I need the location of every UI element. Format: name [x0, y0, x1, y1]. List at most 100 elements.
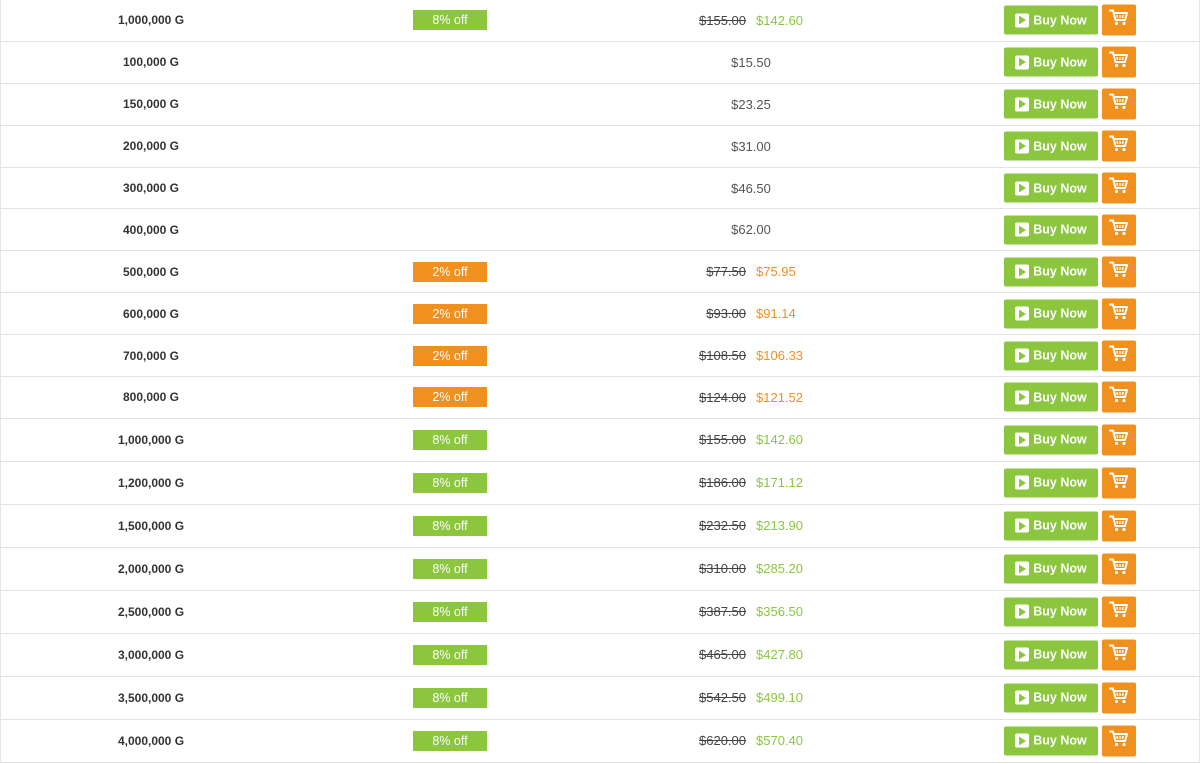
- play-icon: [1015, 222, 1030, 237]
- buy-now-label: Buy Now: [1033, 561, 1087, 576]
- buy-now-label: Buy Now: [1033, 55, 1087, 70]
- buy-now-button[interactable]: Buy Now: [1004, 640, 1098, 670]
- buy-now-button[interactable]: Buy Now: [1004, 299, 1098, 329]
- current-price: $75.95: [756, 264, 796, 280]
- buy-now-label: Buy Now: [1033, 306, 1087, 321]
- cart-icon: [1109, 260, 1129, 283]
- buy-now-button[interactable]: Buy Now: [1004, 89, 1098, 119]
- play-icon: [1015, 264, 1030, 279]
- buy-now-button[interactable]: Buy Now: [1004, 382, 1098, 412]
- buy-now-button[interactable]: Buy Now: [1004, 683, 1098, 713]
- add-to-cart-button[interactable]: [1102, 4, 1136, 36]
- buy-now-button[interactable]: Buy Now: [1004, 597, 1098, 627]
- original-price: $232.50: [699, 518, 746, 534]
- buy-now-label: Buy Now: [1033, 475, 1087, 490]
- buy-now-button[interactable]: Buy Now: [1004, 257, 1098, 287]
- price-table: 1,000,000 G 8% off $155.00 $142.60 Buy N…: [0, 0, 1200, 763]
- original-price: $620.00: [699, 733, 746, 749]
- buy-now-label: Buy Now: [1033, 348, 1087, 363]
- original-price: $93.00: [706, 306, 746, 322]
- buy-now-button[interactable]: Buy Now: [1004, 726, 1098, 756]
- table-row: 150,000 G $23.25 Buy Now: [1, 84, 1199, 126]
- buy-now-label: Buy Now: [1033, 139, 1087, 154]
- play-icon: [1015, 181, 1030, 195]
- play-icon: [1015, 390, 1030, 405]
- add-to-cart-button[interactable]: [1102, 596, 1136, 628]
- current-price: $121.52: [756, 389, 803, 405]
- gold-amount: 200,000 G: [122, 139, 180, 154]
- play-icon: [1015, 690, 1030, 705]
- buy-now-label: Buy Now: [1033, 647, 1087, 662]
- add-to-cart-button[interactable]: [1102, 639, 1136, 671]
- price-cell: $124.00 $121.52: [561, 377, 941, 418]
- current-price: $23.25: [731, 96, 771, 112]
- current-price: $427.80: [756, 647, 803, 663]
- gold-amount: 800,000 G: [122, 390, 180, 405]
- buy-now-button[interactable]: Buy Now: [1004, 341, 1098, 371]
- buy-now-button[interactable]: Buy Now: [1004, 5, 1098, 35]
- add-to-cart-button[interactable]: [1102, 725, 1136, 757]
- current-price: $15.50: [731, 54, 771, 70]
- current-price: $171.12: [756, 475, 803, 491]
- cart-icon: [1109, 514, 1129, 537]
- price-cell: $77.50 $75.95: [561, 251, 941, 292]
- add-to-cart-button[interactable]: [1102, 510, 1136, 542]
- add-to-cart-button[interactable]: [1102, 214, 1136, 246]
- current-price: $285.20: [756, 561, 803, 577]
- table-row: 800,000 G 2% off $124.00 $121.52 Buy Now: [1, 377, 1199, 419]
- price-cell: $15.50: [561, 42, 941, 83]
- discount-badge: 8% off: [413, 687, 487, 708]
- cart-icon: [1109, 428, 1129, 451]
- table-row: 500,000 G 2% off $77.50 $75.95 Buy Now: [1, 251, 1199, 294]
- gold-amount: 400,000 G: [122, 222, 180, 237]
- buy-now-button[interactable]: Buy Now: [1004, 173, 1098, 203]
- buy-now-label: Buy Now: [1033, 604, 1087, 619]
- buy-now-button[interactable]: Buy Now: [1004, 131, 1098, 161]
- price-cell: $186.00 $171.12: [561, 462, 941, 504]
- original-price: $155.00: [699, 432, 746, 448]
- discount-badge: 8% off: [413, 644, 487, 665]
- add-to-cart-button[interactable]: [1102, 467, 1136, 499]
- add-to-cart-button[interactable]: [1102, 172, 1136, 204]
- price-cell: $310.00 $285.20: [561, 548, 941, 590]
- buy-now-button[interactable]: Buy Now: [1004, 425, 1098, 455]
- add-to-cart-button[interactable]: [1102, 88, 1136, 120]
- table-row: 200,000 G $31.00 Buy Now: [1, 126, 1199, 168]
- discount-badge: 2% off: [413, 387, 487, 408]
- buy-now-label: Buy Now: [1033, 733, 1087, 748]
- add-to-cart-button[interactable]: [1102, 256, 1136, 288]
- gold-amount: 150,000 G: [122, 97, 180, 112]
- cart-icon: [1109, 344, 1129, 367]
- price-cell: $620.00 $570.40: [561, 720, 941, 762]
- buy-now-button[interactable]: Buy Now: [1004, 468, 1098, 498]
- price-cell: $387.50 $356.50: [561, 591, 941, 633]
- add-to-cart-button[interactable]: [1102, 46, 1136, 78]
- gold-amount: 1,500,000 G: [117, 518, 185, 533]
- add-to-cart-button[interactable]: [1102, 424, 1136, 456]
- price-cell: $108.50 $106.33: [561, 335, 941, 376]
- original-price: $310.00: [699, 561, 746, 577]
- buy-now-label: Buy Now: [1033, 518, 1087, 533]
- cart-icon: [1109, 218, 1129, 241]
- cart-icon: [1109, 729, 1129, 752]
- add-to-cart-button[interactable]: [1102, 682, 1136, 714]
- discount-badge: 8% off: [413, 429, 487, 450]
- buy-now-button[interactable]: Buy Now: [1004, 511, 1098, 541]
- add-to-cart-button[interactable]: [1102, 130, 1136, 162]
- buy-now-button[interactable]: Buy Now: [1004, 47, 1098, 77]
- gold-amount: 300,000 G: [122, 181, 180, 195]
- cart-icon: [1109, 9, 1129, 32]
- add-to-cart-button[interactable]: [1102, 298, 1136, 330]
- current-price: $356.50: [756, 604, 803, 620]
- buy-now-button[interactable]: Buy Now: [1004, 215, 1098, 245]
- add-to-cart-button[interactable]: [1102, 553, 1136, 585]
- gold-amount: 500,000 G: [122, 264, 180, 279]
- add-to-cart-button[interactable]: [1102, 340, 1136, 372]
- cart-icon: [1109, 471, 1129, 494]
- table-row: 3,500,000 G 8% off $542.50 $499.10 Buy N…: [1, 677, 1199, 720]
- add-to-cart-button[interactable]: [1102, 381, 1136, 413]
- buy-now-button[interactable]: Buy Now: [1004, 554, 1098, 584]
- cart-icon: [1109, 135, 1129, 158]
- buy-now-label: Buy Now: [1033, 97, 1087, 112]
- gold-amount: 3,000,000 G: [117, 647, 185, 662]
